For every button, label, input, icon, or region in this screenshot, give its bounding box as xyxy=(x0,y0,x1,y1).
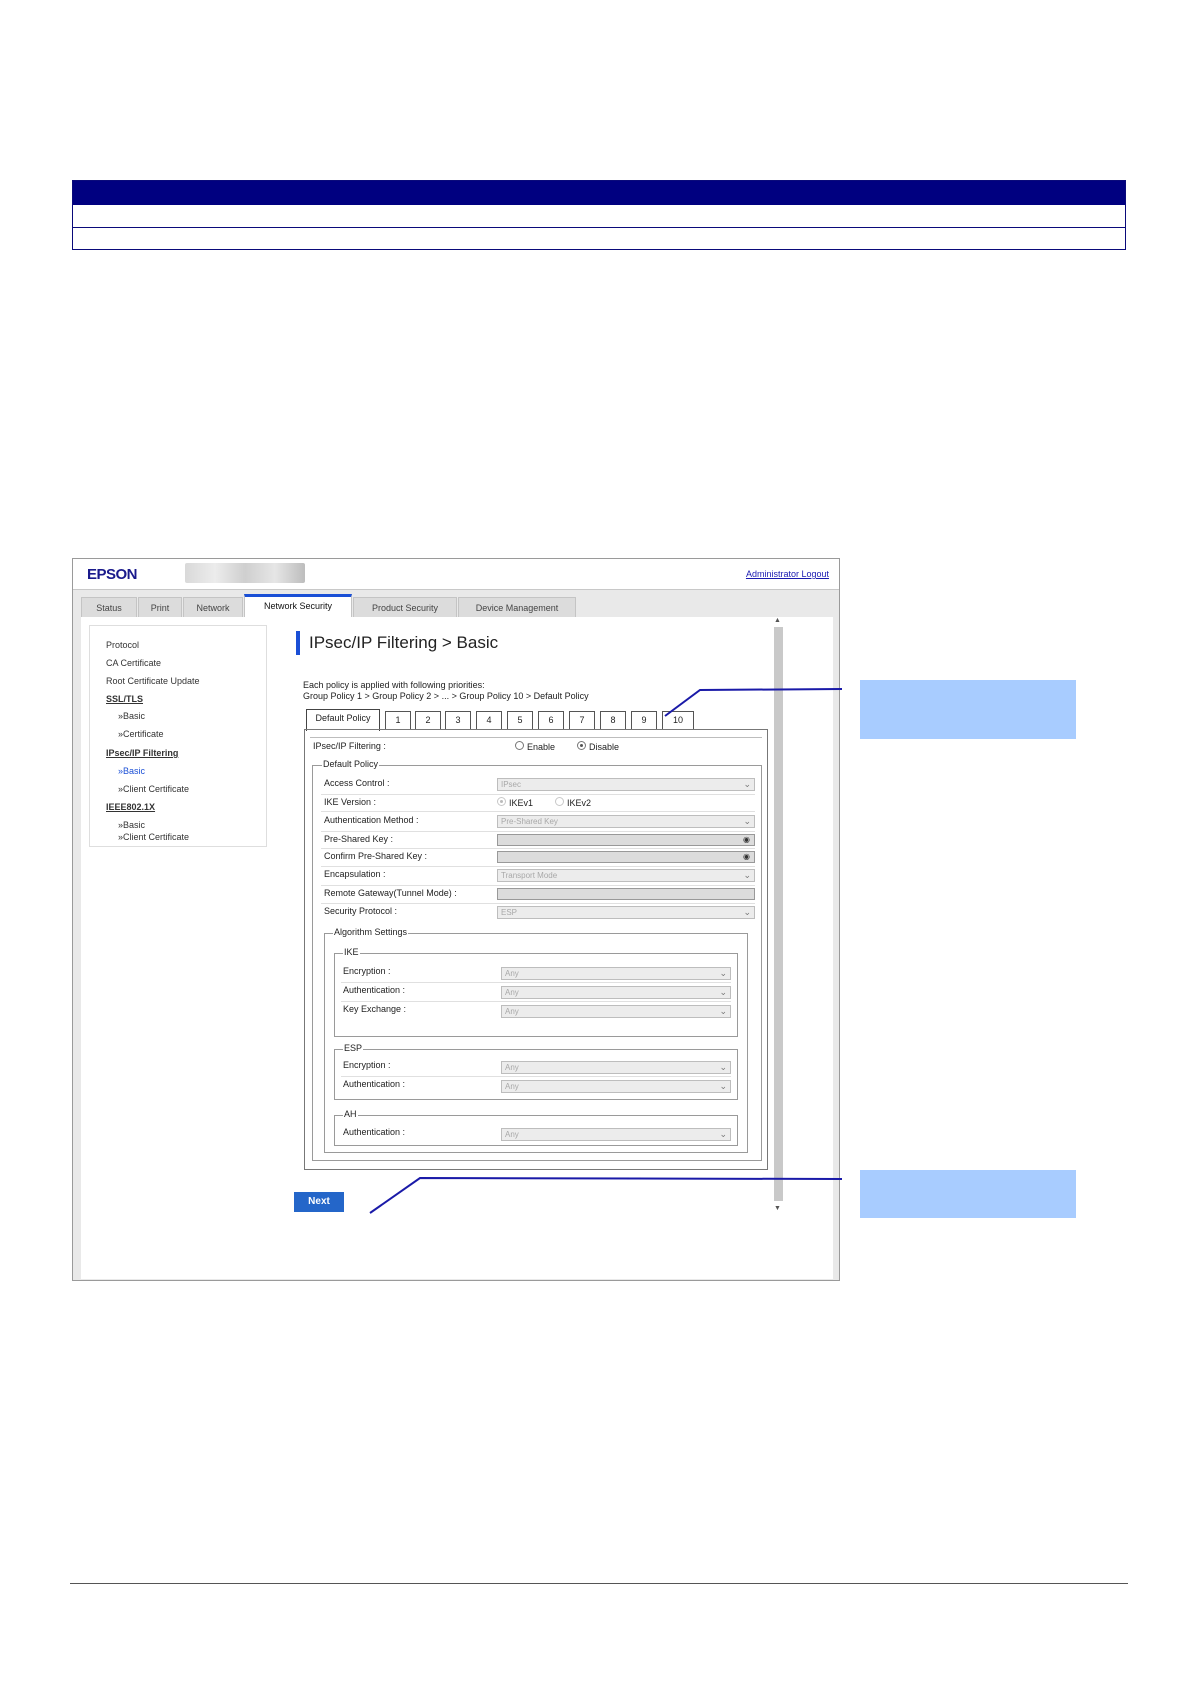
footer-rule xyxy=(70,1583,1128,1584)
leader-line-policy-panel xyxy=(369,1176,843,1214)
leader-line-policy-tabs xyxy=(664,688,843,717)
callout-leader-lines xyxy=(369,688,843,1214)
